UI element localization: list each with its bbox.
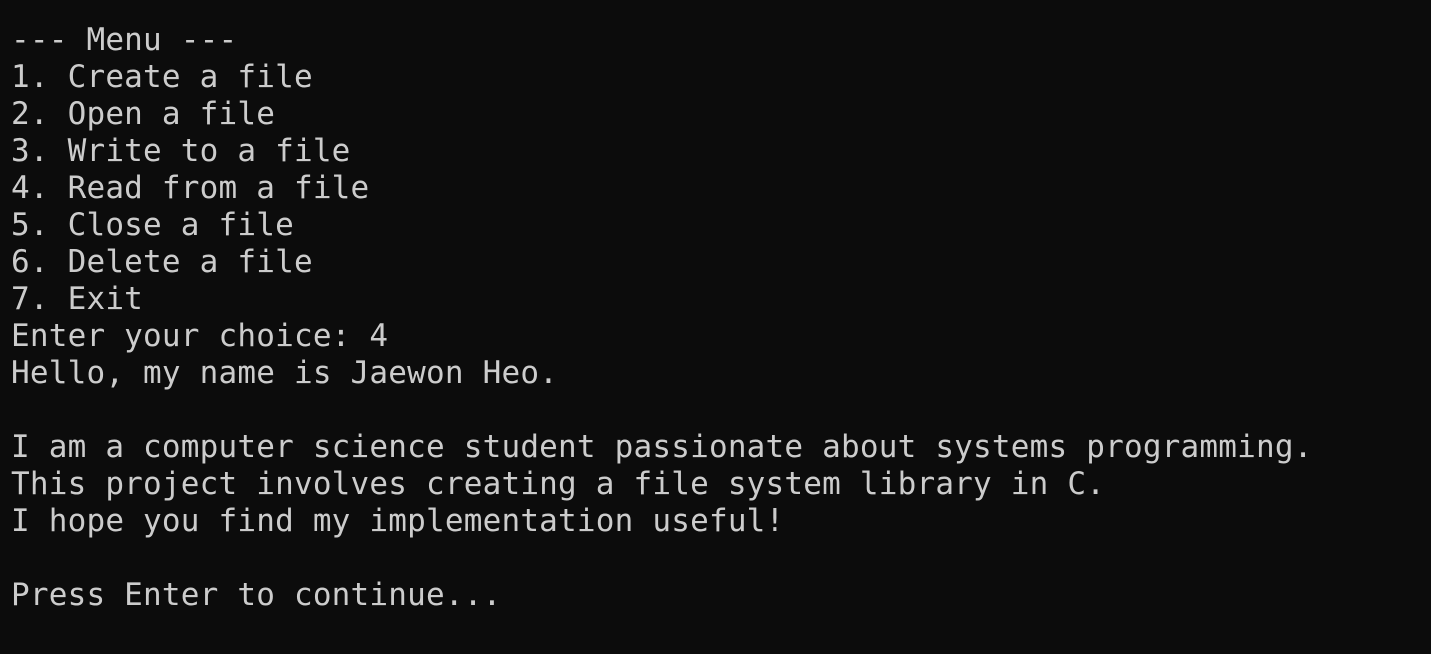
menu-item-read-file: 4. Read from a file [11,170,370,206]
menu-item-open-file: 2. Open a file [11,96,276,132]
menu-item-create-file: 1. Create a file [11,59,313,95]
file-content-line: I hope you find my implementation useful… [11,503,785,539]
terminal-window[interactable]: --- Menu --- 1. Create a file 2. Open a … [0,0,1431,654]
file-content-line: I am a computer science student passiona… [11,429,1313,465]
file-content-line: This project involves creating a file sy… [11,466,1106,502]
choice-prompt: Enter your choice: 4 [11,318,389,354]
menu-header: --- Menu --- [11,22,238,58]
menu-item-close-file: 5. Close a file [11,207,294,243]
menu-item-write-file: 3. Write to a file [11,133,351,169]
menu-item-exit: 7. Exit [11,281,144,317]
menu-item-delete-file: 6. Delete a file [11,244,313,280]
file-greeting-line: Hello, my name is Jaewon Heo. [11,355,559,391]
continue-prompt: Press Enter to continue... [11,577,502,613]
